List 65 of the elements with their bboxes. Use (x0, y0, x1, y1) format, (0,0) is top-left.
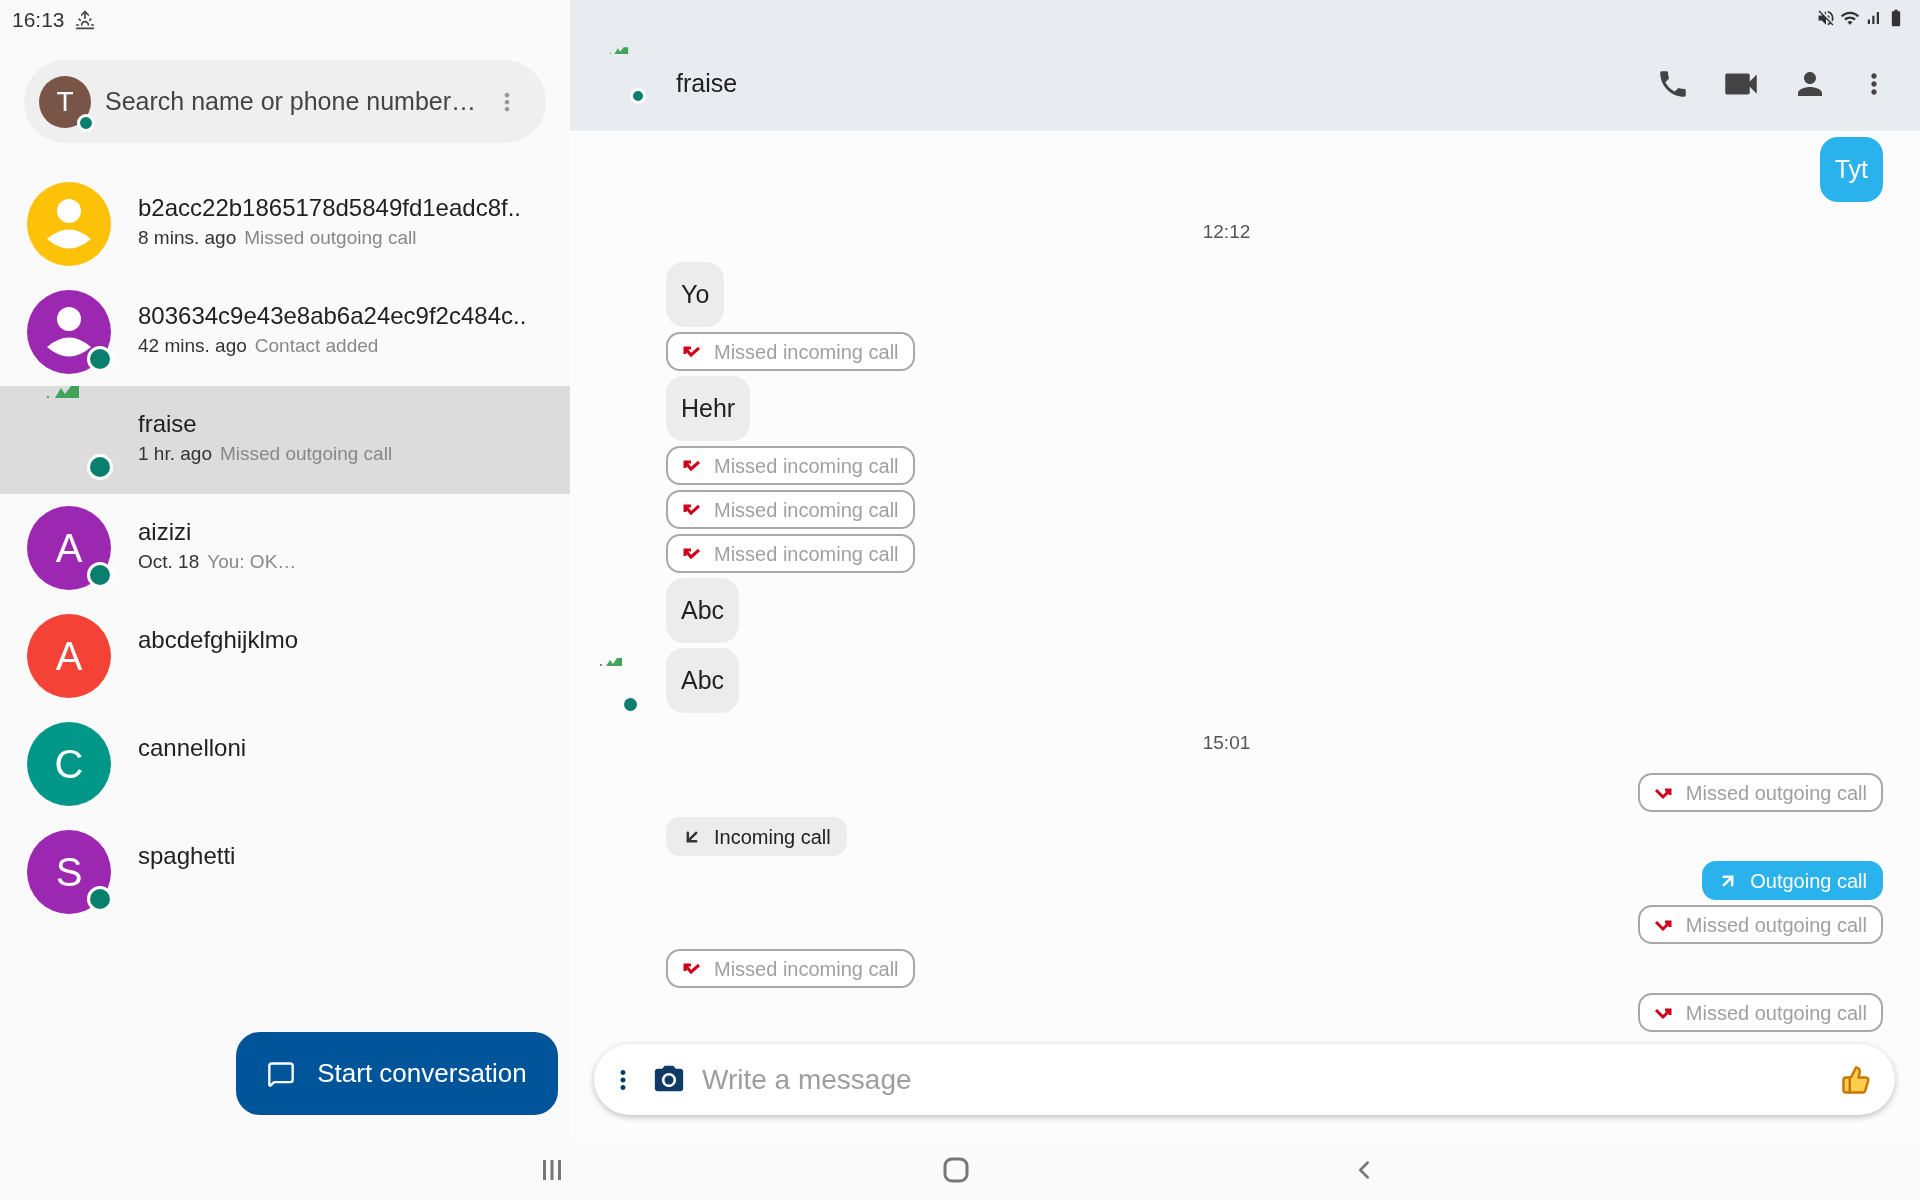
message-bubble: Abc (666, 578, 740, 643)
call-label: Missed outgoing call (1685, 780, 1867, 806)
call-label: Missed incoming call (714, 339, 899, 365)
call-label: Incoming call (714, 824, 831, 850)
message-bubble: Abc (666, 648, 740, 713)
clock: 16:13 (12, 7, 65, 34)
call-label: Missed incoming call (714, 956, 899, 982)
call-label: Missed incoming call (714, 541, 899, 567)
letter-avatar: C (27, 722, 111, 806)
conversation-item[interactable]: A abcdefghijklmo (0, 602, 570, 710)
message-preview: Contact added (254, 334, 379, 358)
letter-avatar: S (27, 830, 111, 914)
missed-call-icon (682, 546, 702, 561)
missed-call-icon (682, 961, 702, 976)
letter-avatar: A (27, 614, 111, 698)
message-preview: Missed outgoing call (219, 442, 393, 466)
contact-name: fraise (138, 409, 198, 439)
message-time: 8 mins. ago (138, 226, 237, 250)
timestamp: 15:01 (1202, 730, 1251, 755)
message-time: 1 hr. ago (138, 442, 212, 466)
message-input[interactable]: Write a message (594, 1044, 1895, 1115)
conversation-item[interactable]: fraise 1 hr. ago Missed outgoing call (0, 386, 570, 494)
message-field[interactable]: Write a message (702, 1058, 1841, 1101)
call-label: Missed incoming call (714, 497, 899, 523)
contact-name: b2acc22b1865178d5849fd1eadc8f.. (138, 193, 521, 223)
mute-icon (1816, 8, 1836, 28)
message-time: 42 mins. ago (138, 334, 247, 358)
contact-name: 803634c9e43e8ab6a24ec9f2c484c.. (138, 301, 527, 331)
message-preview: You: OK… (207, 550, 297, 574)
letter-avatar: A (27, 506, 111, 590)
image-icon (47, 384, 79, 398)
call-label: Missed incoming call (714, 453, 899, 479)
timestamp: 12:12 (1202, 219, 1251, 244)
contact-name: abcdefghijklmo (138, 625, 299, 655)
missed-call-icon (682, 458, 702, 473)
contact-name: aizizi (138, 517, 193, 547)
weather-icon (74, 10, 95, 30)
recent-apps-icon[interactable] (541, 1158, 563, 1182)
missed-call-icon (682, 344, 702, 359)
message-bubble: Tyt (1819, 137, 1883, 202)
thumbs-up-icon[interactable] (1841, 1064, 1871, 1095)
chat-bubble-icon (267, 1059, 296, 1088)
message-time: Oct. 18 (138, 550, 200, 574)
call-label: Outgoing call (1750, 868, 1867, 894)
call-label: Missed outgoing call (1685, 1000, 1867, 1026)
conversation-item[interactable]: S spaghetti (0, 818, 570, 926)
image-icon (600, 658, 622, 666)
conversation-item[interactable]: 803634c9e43e8ab6a24ec9f2c484c.. 42 mins. ago Contact added (0, 278, 570, 386)
contact-name: cannelloni (138, 733, 247, 763)
conversation-item[interactable]: A aizizi Oct. 18 You: OK… (0, 494, 570, 602)
start-conversation-button[interactable]: Start conversation (236, 1032, 558, 1115)
conversation-item[interactable]: b2acc22b1865178d5849fd1eadc8f.. 8 mins. ago Missed outgoing call (0, 170, 570, 278)
call-label: Missed outgoing call (1685, 912, 1867, 938)
contact-name: spaghetti (138, 841, 236, 871)
search-field[interactable]: T Search name or phone number… (24, 60, 546, 143)
message-preview: Missed outgoing call (244, 226, 417, 250)
message-bubble: Yo (666, 262, 725, 327)
home-icon[interactable] (943, 1157, 969, 1183)
search-input[interactable]: Search name or phone number… (105, 82, 493, 121)
conversation-item[interactable]: C cannelloni (0, 710, 570, 818)
profile-avatar[interactable]: T (39, 75, 91, 128)
image-icon (608, 45, 630, 54)
chat-title: fraise (676, 67, 738, 99)
missed-call-icon (682, 502, 702, 517)
message-bubble: Hehr (666, 376, 751, 441)
